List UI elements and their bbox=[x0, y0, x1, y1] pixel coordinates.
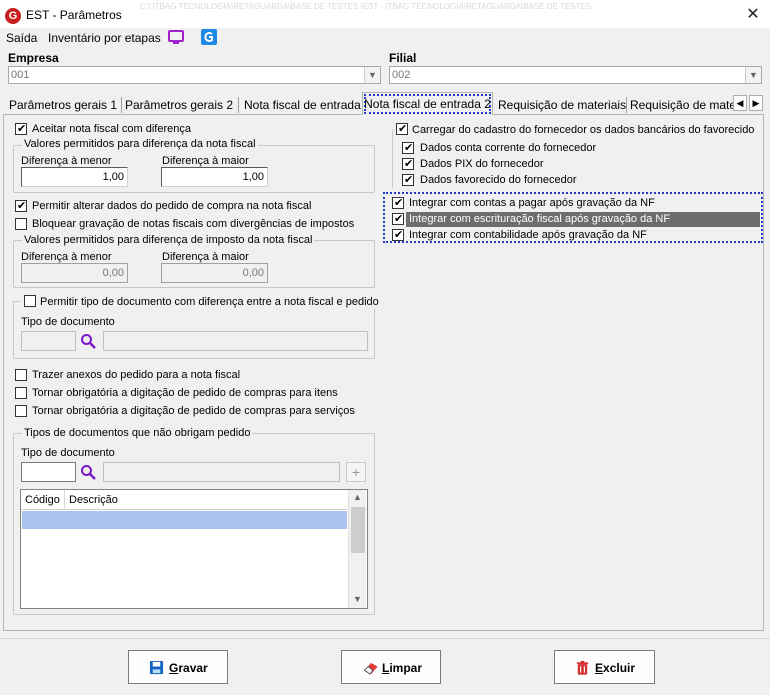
chevron-down-icon[interactable]: ▼ bbox=[745, 67, 761, 83]
scroll-thumb[interactable] bbox=[351, 507, 365, 553]
imposto-menor-input[interactable]: 0,00 bbox=[21, 263, 128, 283]
trazer-anexos-label: Trazer anexos do pedido para a nota fisc… bbox=[32, 369, 241, 381]
permitir-alterar-checkbox[interactable] bbox=[15, 199, 27, 212]
imposto-menor-label: Diferença à menor bbox=[21, 251, 112, 263]
menu-item-inventario[interactable]: Inventário por etapas bbox=[48, 31, 161, 45]
grid-scrollbar[interactable]: ▲ ▼ bbox=[348, 490, 366, 608]
group-tipo-doc-header: Permitir tipo de documento com diferença… bbox=[20, 295, 381, 308]
diferenca-menor-label: Diferença à menor bbox=[21, 155, 112, 167]
excluir-button[interactable]: Excluir bbox=[554, 650, 655, 684]
dados-pix-label: Dados PIX do fornecedor bbox=[420, 158, 544, 170]
obrig-itens-checkbox[interactable] bbox=[15, 387, 27, 399]
integrar-pagar-label: Integrar com contas a pagar após gravaçã… bbox=[409, 197, 655, 209]
group-tipos-nao-obrigam-title: Tipos de documentos que não obrigam pedi… bbox=[22, 427, 253, 439]
carregar-cadastro-checkbox[interactable] bbox=[396, 122, 408, 135]
carregar-cadastro-header: Carregar do cadastro do fornecedor os da… bbox=[394, 122, 757, 136]
diferenca-maior-label: Diferença à maior bbox=[162, 155, 249, 167]
filial-value: 002 bbox=[392, 69, 411, 81]
permitir-alterar-label: Permitir alterar dados do pedido de comp… bbox=[32, 200, 312, 212]
menu-item-saida[interactable]: Saída bbox=[6, 31, 37, 45]
eraser-icon bbox=[362, 660, 380, 678]
obrig-servicos-checkbox[interactable] bbox=[15, 405, 27, 417]
save-icon bbox=[149, 660, 164, 678]
limpar-button[interactable]: Limpar bbox=[341, 650, 441, 684]
dados-pix-checkbox[interactable] bbox=[402, 157, 414, 170]
empresa-combo[interactable]: 001 ▼ bbox=[8, 66, 381, 84]
integrar-fiscal-checkbox[interactable] bbox=[392, 212, 404, 225]
excluir-label: Excluir bbox=[595, 661, 636, 675]
aceitar-nf-label: Aceitar nota fiscal com diferença bbox=[32, 123, 191, 135]
tipo-documento-2-input[interactable] bbox=[21, 462, 76, 482]
bloquear-gravacao-label: Bloquear gravação de notas fiscais com d… bbox=[32, 218, 355, 230]
tab-scroll-right-icon[interactable]: ▶ bbox=[749, 95, 763, 111]
filial-label: Filial bbox=[389, 51, 417, 65]
table-row[interactable] bbox=[22, 511, 347, 529]
add-icon[interactable]: + bbox=[346, 462, 366, 482]
gravar-label: Gravar bbox=[169, 661, 208, 675]
bottom-divider bbox=[0, 638, 770, 639]
g-app-icon[interactable] bbox=[201, 29, 217, 45]
permitir-tipo-doc-checkbox[interactable] bbox=[24, 295, 36, 307]
empresa-label: Empresa bbox=[8, 51, 59, 65]
integrar-fiscal-label: Integrar com escrituração fiscal após gr… bbox=[409, 213, 671, 225]
search-icon[interactable] bbox=[80, 333, 96, 349]
empresa-value: 001 bbox=[11, 69, 30, 81]
bloquear-gravacao-checkbox[interactable] bbox=[15, 218, 27, 230]
scroll-up-icon[interactable]: ▲ bbox=[353, 492, 362, 502]
tab-active-label: Nota fiscal de entrada 2 bbox=[364, 97, 491, 111]
dados-favorecido-checkbox[interactable] bbox=[402, 173, 414, 186]
group-valores-nf-title: Valores permitidos para diferença da not… bbox=[22, 138, 258, 150]
tab-divider bbox=[121, 97, 122, 113]
imposto-maior-label: Diferença à maior bbox=[162, 251, 249, 263]
grid-header: Código Descrição bbox=[21, 490, 367, 510]
title-bar: C:\ ITBAG TECNOLOGIA\RETAGUARDA\BASE DE … bbox=[0, 0, 770, 30]
grid-col-descricao[interactable]: Descrição bbox=[69, 494, 118, 506]
limpar-label: Limpar bbox=[382, 661, 423, 675]
tipo-documento-2-label: Tipo de documento bbox=[21, 447, 115, 459]
app-logo-icon: G bbox=[5, 8, 21, 24]
window-title: EST - Parâmetros bbox=[26, 8, 122, 22]
filial-combo[interactable]: 002 ▼ bbox=[389, 66, 762, 84]
tipo-documento-input[interactable] bbox=[21, 331, 76, 351]
dados-conta-checkbox[interactable] bbox=[402, 141, 414, 154]
tab-requisicao-materiais[interactable]: Requisição de materiais bbox=[498, 95, 626, 115]
grid-col-codigo[interactable]: Código bbox=[25, 494, 60, 506]
dados-favorecido-label: Dados favorecido do fornecedor bbox=[420, 174, 577, 186]
tipo-documento-descricao bbox=[103, 331, 368, 351]
integrar-pagar-checkbox[interactable] bbox=[392, 196, 404, 209]
faded-header-text: C:\ ITBAG TECNOLOGIA\RETAGUARDA\BASE DE … bbox=[140, 2, 592, 10]
imposto-maior-input[interactable]: 0,00 bbox=[161, 263, 268, 283]
close-icon[interactable]: ✕ bbox=[742, 5, 764, 25]
permitir-tipo-doc-label: Permitir tipo de documento com diferença… bbox=[40, 296, 379, 308]
integrar-contab-label: Integrar com contabilidade após gravação… bbox=[409, 229, 647, 241]
group-valores-imposto-title: Valores permitidos para diferença de imp… bbox=[22, 234, 315, 246]
tipos-grid[interactable]: Código Descrição bbox=[20, 489, 368, 609]
integrar-contab-checkbox[interactable] bbox=[392, 228, 404, 241]
tab-parametros-gerais-1[interactable]: Parâmetros gerais 1 bbox=[8, 95, 118, 115]
tipo-documento-2-descricao bbox=[103, 462, 340, 482]
trash-icon bbox=[575, 660, 590, 679]
tab-divider bbox=[238, 97, 239, 113]
diferenca-maior-input[interactable]: 1,00 bbox=[161, 167, 268, 187]
tab-nota-fiscal-entrada-2[interactable]: Nota fiscal de entrada 2 bbox=[362, 92, 493, 115]
tab-nota-fiscal-entrada[interactable]: Nota fiscal de entrada bbox=[244, 95, 361, 115]
tab-divider bbox=[626, 97, 627, 113]
aceitar-nf-checkbox[interactable] bbox=[15, 122, 27, 135]
tab-requisicao-materiais-2[interactable]: Requisição de materi bbox=[630, 95, 734, 115]
gravar-button[interactable]: Gravar bbox=[128, 650, 228, 684]
trazer-anexos-checkbox[interactable] bbox=[15, 369, 27, 381]
obrig-servicos-label: Tornar obrigatória a digitação de pedido… bbox=[32, 405, 355, 417]
carregar-cadastro-label: Carregar do cadastro do fornecedor os da… bbox=[412, 124, 755, 136]
tab-scroll-left-icon[interactable]: ◀ bbox=[733, 95, 747, 111]
tipo-documento-label: Tipo de documento bbox=[21, 316, 115, 328]
obrig-itens-label: Tornar obrigatória a digitação de pedido… bbox=[32, 387, 338, 399]
scroll-down-icon[interactable]: ▼ bbox=[353, 594, 362, 604]
tab-parametros-gerais-2[interactable]: Parâmetros gerais 2 bbox=[124, 95, 234, 115]
monitor-icon[interactable] bbox=[168, 29, 184, 45]
dados-conta-label: Dados conta corrente do fornecedor bbox=[420, 142, 597, 154]
search-icon[interactable] bbox=[80, 464, 96, 480]
chevron-down-icon[interactable]: ▼ bbox=[364, 67, 380, 83]
diferenca-menor-input[interactable]: 1,00 bbox=[21, 167, 128, 187]
